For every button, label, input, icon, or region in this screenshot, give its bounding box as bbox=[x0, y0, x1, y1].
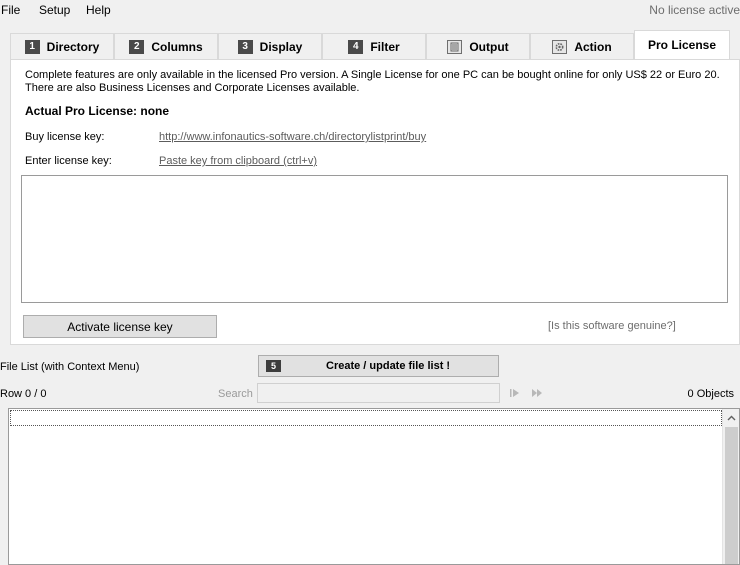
license-description: Complete features are only available in … bbox=[25, 69, 720, 94]
activate-license-button[interactable]: Activate license key bbox=[23, 315, 217, 338]
tab-label: Filter bbox=[370, 39, 400, 54]
pro-license-panel: Complete features are only available in … bbox=[10, 59, 740, 345]
actual-license-status: Actual Pro License: none bbox=[25, 104, 170, 118]
paste-key-link[interactable]: Paste key from clipboard (ctrl+v) bbox=[159, 155, 317, 167]
license-key-textarea[interactable] bbox=[21, 175, 728, 303]
create-file-list-button[interactable]: 5 Create / update file list ! bbox=[258, 355, 499, 377]
tab-pro-license[interactable]: Pro License bbox=[634, 30, 730, 59]
menu-help[interactable]: Help bbox=[86, 3, 111, 17]
tab-columns[interactable]: 2 Columns bbox=[114, 33, 218, 59]
file-list[interactable] bbox=[8, 408, 740, 565]
menu-file[interactable]: File bbox=[1, 3, 20, 17]
action-gear-icon bbox=[552, 39, 568, 54]
tab-filter[interactable]: 4 Filter bbox=[322, 33, 426, 59]
search-input[interactable] bbox=[257, 383, 500, 403]
row-counter: Row 0 / 0 bbox=[0, 388, 47, 400]
tab-label: Directory bbox=[46, 39, 100, 54]
tab-number-badge: 1 bbox=[24, 39, 40, 54]
search-all-icon[interactable] bbox=[529, 385, 545, 401]
vertical-scrollbar[interactable] bbox=[722, 409, 739, 564]
scrollbar-thumb[interactable] bbox=[725, 427, 738, 564]
tab-strip: 1 Directory 2 Columns 3 Display 4 Filter… bbox=[10, 30, 730, 59]
enter-license-label: Enter license key: bbox=[25, 155, 112, 167]
tab-display[interactable]: 3 Display bbox=[218, 33, 322, 59]
tab-number-badge: 3 bbox=[237, 39, 253, 54]
create-button-label: Create / update file list ! bbox=[326, 360, 451, 372]
file-list-label: File List (with Context Menu) bbox=[0, 361, 140, 373]
tab-label: Display bbox=[259, 39, 303, 54]
license-status: No license active bbox=[649, 3, 740, 17]
search-next-icon[interactable] bbox=[507, 385, 523, 401]
tab-label: Columns bbox=[151, 39, 203, 54]
tab-label: Pro License bbox=[647, 38, 717, 52]
search-label: Search bbox=[218, 388, 253, 400]
object-count: 0 Objects bbox=[687, 388, 734, 400]
tab-directory[interactable]: 1 Directory bbox=[10, 33, 114, 59]
tab-output[interactable]: Output bbox=[426, 33, 530, 59]
genuine-software-link[interactable]: [Is this software genuine?] bbox=[548, 320, 676, 332]
menu-setup[interactable]: Setup bbox=[39, 3, 70, 17]
buy-license-label: Buy license key: bbox=[25, 131, 105, 143]
scroll-up-icon[interactable] bbox=[723, 409, 740, 426]
menu-bar: File Setup Help No license active bbox=[0, 0, 740, 22]
step-number-badge: 5 bbox=[266, 360, 281, 372]
tab-label: Action bbox=[574, 39, 612, 54]
tab-label: Output bbox=[469, 39, 509, 54]
focused-list-row[interactable] bbox=[10, 410, 722, 426]
tab-action[interactable]: Action bbox=[530, 33, 634, 59]
tab-number-badge: 4 bbox=[348, 39, 364, 54]
output-icon bbox=[447, 39, 463, 54]
tab-number-badge: 2 bbox=[129, 39, 145, 54]
buy-license-link[interactable]: http://www.infonautics-software.ch/direc… bbox=[159, 131, 426, 143]
